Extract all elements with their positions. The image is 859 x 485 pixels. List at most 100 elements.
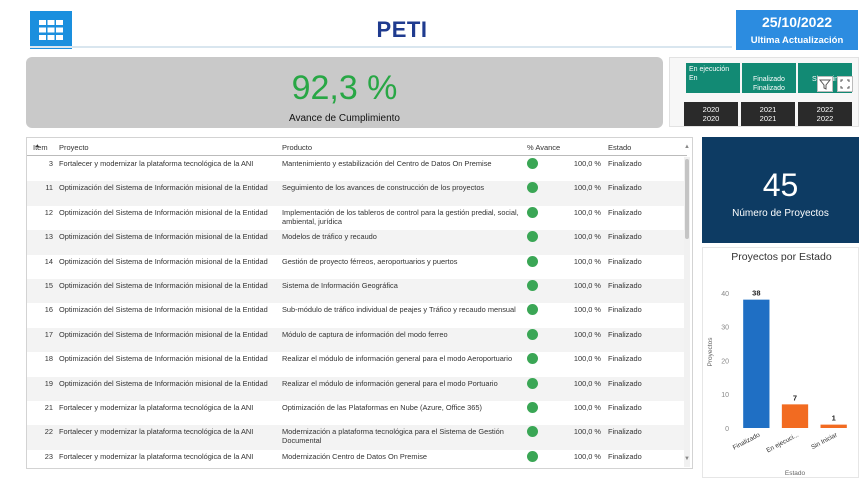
row-item: 12 bbox=[44, 207, 53, 217]
row-proyecto: Optimización del Sistema de Información … bbox=[59, 305, 268, 315]
scroll-down-icon[interactable]: ▼ bbox=[684, 456, 690, 462]
row-proyecto: Fortalecer y modernizar la plataforma te… bbox=[59, 159, 254, 168]
status-indicator-icon bbox=[527, 401, 538, 413]
row-item: 19 bbox=[44, 378, 53, 388]
year-filter-2020[interactable]: 2020 2020 bbox=[684, 102, 738, 126]
row-estado: Finalizado bbox=[608, 402, 642, 412]
table-row[interactable]: 19 Optimización del Sistema de Informació… bbox=[27, 376, 687, 401]
sort-ascending-icon: ▲ bbox=[35, 143, 40, 149]
bar-sin-iniciar bbox=[820, 424, 847, 428]
table-row[interactable]: 16 Optimización del Sistema de Informació… bbox=[27, 303, 687, 327]
table-row[interactable]: 15 Optimización del Sistema de Informació… bbox=[27, 278, 687, 304]
year-label: 2022 bbox=[816, 114, 834, 123]
table-row[interactable]: 18 Optimización del Sistema de Informació… bbox=[27, 352, 687, 376]
row-avance: 100,0 % bbox=[573, 256, 601, 266]
row-avance: 100,0 % bbox=[573, 207, 601, 217]
row-estado: Finalizado bbox=[608, 256, 642, 266]
status-indicator-icon bbox=[527, 450, 538, 462]
scrollbar-thumb[interactable] bbox=[685, 159, 689, 239]
table-row[interactable]: 3 Fortalecer y modernizar la plataforma t… bbox=[27, 157, 687, 181]
kpi-card-numero-proyectos: 45 Número de Proyectos bbox=[702, 137, 859, 243]
row-item: 15 bbox=[44, 280, 53, 290]
table-row[interactable]: 23 Fortalecer y modernizar la plataforma … bbox=[27, 450, 687, 468]
kpi-label: Avance de Cumplimiento bbox=[289, 113, 400, 124]
row-estado: Finalizado bbox=[608, 280, 642, 290]
table-row[interactable]: 17 Optimización del Sistema de Informació… bbox=[27, 327, 687, 353]
year-filter-2022[interactable]: 2022 2022 bbox=[798, 102, 852, 126]
row-producto: Realizar el módulo de información genera… bbox=[282, 378, 498, 388]
bar-en-ejecuci- bbox=[781, 404, 809, 428]
table-scrollbar[interactable] bbox=[684, 157, 690, 467]
y-tick-label: 10 bbox=[721, 392, 729, 399]
update-date-box: 25/10/2022 Ultima Actualización bbox=[736, 10, 858, 50]
column-header-proyecto[interactable]: Proyecto bbox=[59, 143, 89, 152]
row-estado: Finalizado bbox=[608, 305, 642, 315]
year-filter-2021[interactable]: 2021 2021 bbox=[741, 102, 795, 126]
table-row[interactable]: 22 Fortalecer y modernizar la plataforma … bbox=[27, 425, 687, 450]
table-row[interactable]: 12 Optimización del Sistema de Informació… bbox=[27, 206, 687, 230]
row-producto: Gestión de proyecto férreos, aeroportuar… bbox=[282, 256, 458, 266]
row-estado: Finalizado bbox=[608, 159, 642, 168]
row-producto: Modelos de tráfico y recaudo bbox=[282, 232, 377, 242]
bar-data-label: 38 bbox=[752, 289, 760, 298]
year-label: 2021 bbox=[759, 114, 777, 123]
x-tick-label: Sin Iniciar bbox=[810, 431, 839, 451]
row-avance: 100,0 % bbox=[573, 280, 601, 290]
row-producto: Sub-módulo de tráfico individual de peaj… bbox=[282, 305, 516, 315]
table-row[interactable]: 21 Fortalecer y modernizar la plataforma … bbox=[27, 401, 687, 425]
status-indicator-icon bbox=[527, 353, 538, 365]
project-count: 45 bbox=[762, 167, 799, 203]
table-row[interactable]: 11 Optimización del Sistema de Informació… bbox=[27, 181, 687, 206]
table-row[interactable]: 13 Optimización del Sistema de Informació… bbox=[27, 230, 687, 255]
row-item: 17 bbox=[44, 329, 53, 339]
row-estado: Finalizado bbox=[608, 183, 642, 193]
table-row[interactable]: 14 Optimización del Sistema de Informació… bbox=[27, 255, 687, 279]
state-filter-en-ejecucion[interactable]: En ejecución En bbox=[686, 63, 740, 93]
year-label: 2022 bbox=[816, 105, 834, 114]
row-estado: Finalizado bbox=[608, 451, 642, 461]
row-estado: Finalizado bbox=[608, 378, 642, 388]
year-label: 2020 bbox=[702, 114, 720, 123]
status-indicator-icon bbox=[527, 255, 538, 267]
table-body: 3 Fortalecer y modernizar la plataforma t… bbox=[27, 157, 687, 468]
row-avance: 100,0 % bbox=[573, 378, 601, 388]
row-estado: Finalizado bbox=[608, 232, 642, 242]
update-date: 25/10/2022 bbox=[761, 14, 833, 30]
row-proyecto: Fortalecer y modernizar la plataforma te… bbox=[59, 451, 254, 461]
chart-proyectos-por-estado[interactable]: Proyectos por Estado 0 10 20 30 40 Proyectos 3… bbox=[702, 247, 859, 478]
y-tick-label: 20 bbox=[721, 358, 729, 365]
column-header-estado[interactable]: Estado bbox=[608, 143, 631, 152]
row-estado: Finalizado bbox=[608, 207, 642, 217]
row-proyecto: Fortalecer y modernizar la plataforma te… bbox=[59, 402, 254, 412]
x-axis-label: Estado bbox=[785, 470, 806, 477]
year-slicer: 2020 2020 2021 2021 2022 2022 bbox=[684, 102, 852, 126]
row-proyecto: Optimización del Sistema de Información … bbox=[59, 329, 268, 339]
row-producto: Realizar el módulo de información genera… bbox=[282, 354, 513, 364]
y-tick-label: 30 bbox=[721, 325, 729, 332]
row-proyecto: Optimización del Sistema de Información … bbox=[59, 183, 268, 193]
column-header-producto[interactable]: Producto bbox=[282, 143, 312, 152]
row-avance: 100,0 % bbox=[573, 305, 601, 315]
y-tick-label: 40 bbox=[721, 291, 729, 298]
row-avance: 100,0 % bbox=[573, 329, 601, 339]
x-tick-label: En ejecuci... bbox=[765, 432, 800, 455]
row-producto: Implementación de los tableros de contro… bbox=[282, 207, 519, 226]
scroll-up-icon[interactable]: ▲ bbox=[684, 144, 690, 150]
row-item: 18 bbox=[44, 354, 53, 364]
expand-icon[interactable] bbox=[837, 76, 853, 92]
row-proyecto: Optimización del Sistema de Información … bbox=[59, 378, 268, 388]
row-avance: 100,0 % bbox=[573, 427, 601, 437]
bar-data-label: 7 bbox=[793, 393, 797, 402]
table-header: Item ▲ Proyecto Producto % Avance Estado bbox=[27, 138, 687, 156]
row-item: 16 bbox=[44, 305, 53, 315]
row-estado: Finalizado bbox=[608, 427, 642, 437]
column-header-avance[interactable]: % Avance bbox=[527, 143, 560, 152]
row-estado: Finalizado bbox=[608, 354, 642, 364]
row-estado: Finalizado bbox=[608, 329, 642, 339]
projects-table: Item ▲ Proyecto Producto % Avance Estado… bbox=[26, 137, 693, 469]
status-indicator-icon bbox=[527, 377, 538, 389]
row-avance: 100,0 % bbox=[573, 402, 601, 412]
status-indicator-icon bbox=[527, 328, 538, 340]
filter-icon[interactable] bbox=[817, 76, 833, 92]
state-filter-finalizado[interactable]: Finalizado Finalizado bbox=[742, 63, 796, 93]
